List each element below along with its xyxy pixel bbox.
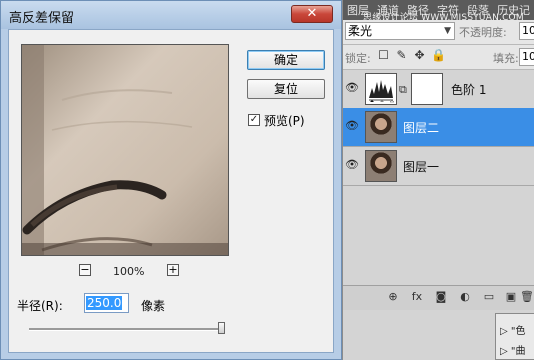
add-mask-icon[interactable]: ◙	[433, 290, 449, 304]
radius-slider-track[interactable]	[29, 328, 225, 331]
zoom-in-button[interactable]: +	[167, 264, 179, 276]
fx-icon[interactable]: fx	[409, 290, 425, 304]
radius-input[interactable]: 250.0	[84, 293, 129, 313]
adjustments-subpanel: ▷ "色 ▷ "曲	[495, 313, 534, 360]
lock-position-icon[interactable]: ✥	[413, 49, 426, 62]
layers-toolbar: ⊕ fx ◙ ◐ ▭ ▣ 🗑	[343, 285, 534, 310]
radius-value: 250.0	[86, 296, 123, 310]
blend-mode-select[interactable]: 柔光 ▼	[345, 22, 455, 40]
new-group-icon[interactable]: ▭	[481, 290, 497, 304]
layer-row-levels[interactable]: 👁 ⧉ 色阶 1	[343, 70, 534, 109]
zoom-out-button[interactable]: −	[79, 264, 91, 276]
filter-preview[interactable]	[21, 44, 229, 256]
levels-adjustment-icon	[365, 73, 397, 105]
radius-unit: 像素	[141, 299, 166, 313]
preview-checkbox-label[interactable]: 预览(P)	[264, 112, 305, 129]
adjustment-layer-icon[interactable]: ◐	[457, 290, 473, 304]
chevron-down-icon: ▼	[444, 26, 451, 36]
layer-name: 图层一	[403, 160, 440, 174]
layers-panel: 图层 通道 路径 字符 段落 历史记 思缘设计论坛 WWW.MISSYUAN.C…	[342, 0, 534, 360]
subpanel-item[interactable]: ▷ "曲	[500, 342, 525, 357]
fill-input[interactable]: 10	[519, 48, 534, 66]
link-layers-icon[interactable]: ⊕	[385, 290, 401, 304]
layer-row-layer-two[interactable]: 👁 图层二	[343, 108, 534, 147]
lock-label: 锁定:	[345, 52, 371, 65]
lock-row: 锁定: ☐ ✎ ✥ 🔒 填充: 10	[343, 45, 534, 70]
fill-label: 填充:	[493, 52, 519, 65]
radius-slider-thumb[interactable]	[217, 322, 225, 334]
eye-icon[interactable]: 👁	[345, 159, 359, 171]
ok-button[interactable]: 确定	[247, 50, 325, 70]
blend-row: 柔光 ▼ 不透明度: 10	[343, 20, 534, 45]
layers-empty-area	[343, 193, 534, 285]
layer-thumbnail	[365, 111, 397, 143]
link-icon: ⧉	[399, 83, 407, 96]
close-button[interactable]: ✕	[291, 5, 333, 23]
dialog-title: 高反差保留	[9, 11, 75, 26]
new-layer-icon[interactable]: ▣	[503, 290, 519, 304]
dialog-title-bar[interactable]: 高反差保留 ✕	[1, 1, 341, 29]
lock-all-icon[interactable]: 🔒	[431, 49, 446, 62]
blend-mode-value: 柔光	[348, 24, 373, 38]
radius-label: 半径(R):	[17, 299, 63, 313]
preview-checkbox[interactable]: ✓	[248, 114, 260, 126]
eye-icon[interactable]: 👁	[345, 82, 359, 94]
high-pass-dialog: 高反差保留 ✕ − 100% + 确定 复位 ✓ 预览(P) 半径(R): 25…	[0, 0, 342, 360]
reset-button[interactable]: 复位	[247, 79, 325, 99]
lock-paint-icon[interactable]: ✎	[395, 49, 408, 62]
eye-icon[interactable]: 👁	[345, 120, 359, 132]
lock-transparency-icon[interactable]: ☐	[377, 49, 390, 62]
layer-name: 色阶 1	[451, 83, 487, 97]
subpanel-item[interactable]: ▷ "色	[500, 322, 525, 337]
dialog-body: − 100% + 确定 复位 ✓ 预览(P) 半径(R): 250.0 像素	[8, 29, 334, 353]
opacity-label: 不透明度:	[459, 26, 507, 39]
opacity-input[interactable]: 10	[519, 22, 534, 40]
zoom-level: 100%	[113, 265, 145, 278]
layer-row-layer-one[interactable]: 👁 图层一	[343, 147, 534, 186]
layer-name: 图层二	[403, 121, 440, 135]
trash-icon[interactable]: 🗑	[519, 290, 534, 304]
layer-thumbnail	[365, 150, 397, 182]
preview-image	[22, 45, 228, 255]
layer-mask-thumbnail	[411, 73, 443, 105]
